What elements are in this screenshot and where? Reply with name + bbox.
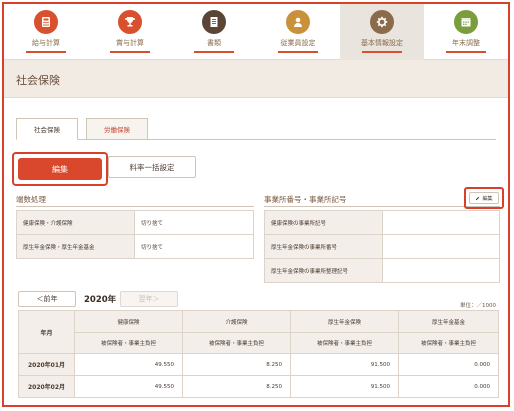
- group-header: 厚生年金基金: [398, 310, 499, 333]
- rate-cell: 91.500: [290, 375, 399, 398]
- nav-item-salary[interactable]: 給与計算: [4, 4, 88, 60]
- rounding-value: 切り捨て: [134, 234, 254, 259]
- rounding-key: 健康保険・介護保険: [16, 210, 135, 235]
- calendar-icon: [454, 10, 478, 34]
- table-row: 厚生年金保険の事業所整理記号: [264, 258, 500, 283]
- table-row: 健康保険・介護保険 切り捨て: [16, 210, 254, 235]
- app-frame: 給与計算 賞与計算 書類 従業員設定 基本情報設定 年末調整 社会保険 社会保険…: [2, 2, 510, 407]
- divider: [16, 206, 254, 207]
- top-nav: 給与計算 賞与計算 書類 従業員設定 基本情報設定 年末調整: [4, 4, 508, 60]
- month-column-header: 年月: [18, 310, 75, 354]
- unit-label: 単位：／1000: [460, 303, 496, 309]
- current-year: 2020年: [84, 295, 117, 305]
- nav-item-employee[interactable]: 従業員設定: [256, 4, 340, 60]
- rate-cell: 0.000: [398, 353, 499, 376]
- office-edit-button[interactable]: 編集: [469, 192, 499, 204]
- rounding-key: 厚生年金保険・厚生年金基金: [16, 234, 135, 259]
- sub-header: 被保険者・事業主負担: [398, 332, 499, 354]
- nav-label: 基本情報設定: [361, 39, 403, 47]
- monthly-rate-table: 年月 健康保険 介護保険 厚生年金保険 厚生年金基金 被保険者・事業主負担 被保…: [18, 310, 499, 398]
- table-subheader-row: 被保険者・事業主負担 被保険者・事業主負担 被保険者・事業主負担 被保険者・事業…: [19, 332, 499, 354]
- batch-rate-button[interactable]: 料率一括設定: [108, 156, 196, 178]
- office-edit-label: 編集: [482, 195, 493, 202]
- rate-cell: 49.550: [74, 353, 183, 376]
- nav-item-year-end[interactable]: 年末調整: [424, 4, 508, 60]
- nav-label: 書類: [207, 39, 221, 47]
- page-title: 社会保険: [16, 74, 60, 87]
- table-row: 厚生年金保険の事業所番号: [264, 234, 500, 259]
- tab-social-insurance[interactable]: 社会保険: [16, 118, 78, 140]
- rate-cell: 49.550: [74, 375, 183, 398]
- nav-underline: [362, 51, 402, 53]
- rate-cell: 0.000: [398, 375, 499, 398]
- gear-icon: [370, 10, 394, 34]
- nav-underline: [110, 51, 150, 53]
- office-value: [382, 258, 500, 283]
- table-row: 厚生年金保険・厚生年金基金 切り捨て: [16, 234, 254, 259]
- office-edit-highlight: 編集: [464, 187, 504, 209]
- nav-item-documents[interactable]: 書類: [172, 4, 256, 60]
- page-title-bar: 社会保険: [4, 60, 508, 98]
- office-value: [382, 234, 500, 259]
- rounding-title: 端数処理: [16, 195, 46, 204]
- table-row: 2020年01月 49.550 8.250 91.500 0.000: [18, 353, 499, 376]
- rounding-value: 切り捨て: [134, 210, 254, 235]
- nav-item-basic-settings[interactable]: 基本情報設定: [340, 4, 424, 60]
- pencil-icon: [476, 196, 480, 200]
- group-header: 介護保険: [182, 310, 291, 333]
- group-header: 厚生年金保険: [290, 310, 399, 333]
- nav-label: 賞与計算: [116, 39, 144, 47]
- next-year-button[interactable]: 翌年＞: [120, 291, 178, 307]
- nav-underline: [26, 51, 66, 53]
- edit-button-highlight: 編集: [12, 152, 108, 186]
- rate-cell: 91.500: [290, 353, 399, 376]
- prev-year-button[interactable]: ＜前年: [18, 291, 76, 307]
- trophy-icon: [118, 10, 142, 34]
- nav-item-bonus[interactable]: 賞与計算: [88, 4, 172, 60]
- office-key: 厚生年金保険の事業所番号: [264, 234, 383, 259]
- rate-cell: 8.250: [182, 353, 291, 376]
- nav-label: 給与計算: [32, 39, 60, 47]
- edit-button[interactable]: 編集: [18, 158, 102, 180]
- office-title: 事業所番号・事業所記号: [264, 195, 347, 204]
- tab-bar: 社会保険 労働保険: [16, 118, 496, 140]
- nav-underline: [446, 51, 486, 53]
- person-icon: [286, 10, 310, 34]
- calculator-icon: [34, 10, 58, 34]
- document-icon: [202, 10, 226, 34]
- rate-cell: 8.250: [182, 375, 291, 398]
- rounding-table: 健康保険・介護保険 切り捨て 厚生年金保険・厚生年金基金 切り捨て: [16, 210, 254, 259]
- table-row: 健康保険の事業所記号: [264, 210, 500, 235]
- table-header-row: 年月 健康保険 介護保険 厚生年金保険 厚生年金基金: [18, 310, 499, 354]
- office-table: 健康保険の事業所記号 厚生年金保険の事業所番号 厚生年金保険の事業所整理記号: [264, 210, 500, 283]
- group-header: 健康保険: [74, 310, 183, 333]
- month-cell: 2020年02月: [18, 375, 75, 398]
- nav-label: 年末調整: [452, 39, 480, 47]
- table-row: 2020年02月 49.550 8.250 91.500 0.000: [18, 375, 499, 398]
- month-cell: 2020年01月: [18, 353, 75, 376]
- office-key: 健康保険の事業所記号: [264, 210, 383, 235]
- office-value: [382, 210, 500, 235]
- nav-label: 従業員設定: [280, 39, 316, 47]
- sub-header: 被保険者・事業主負担: [74, 332, 183, 354]
- nav-underline: [278, 51, 318, 53]
- sub-header: 被保険者・事業主負担: [182, 332, 291, 354]
- office-key: 厚生年金保険の事業所整理記号: [264, 258, 383, 283]
- tab-labor-insurance[interactable]: 労働保険: [86, 118, 148, 140]
- nav-underline: [194, 51, 234, 53]
- sub-header: 被保険者・事業主負担: [290, 332, 399, 354]
